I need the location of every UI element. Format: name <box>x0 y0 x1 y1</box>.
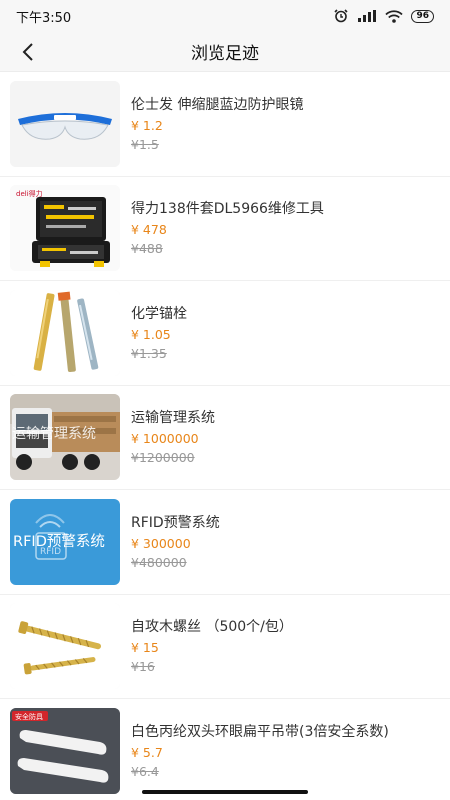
product-price: ¥ 5.7 <box>131 744 163 760</box>
battery-indicator: 96 <box>411 9 434 23</box>
rfid-banner-text: RFID预警系统 <box>13 533 105 550</box>
tool-kit-image: deli得力 <box>10 185 120 272</box>
product-price: ¥ 1.2 <box>131 117 163 133</box>
status-time: 下午3:50 <box>16 10 72 26</box>
list-item[interactable]: 自攻木螺丝 （500个/包） ¥ 15 ¥16 <box>0 595 450 699</box>
product-name: 伦士发 伸缩腿蓝边防护眼镜 <box>131 96 304 113</box>
header: 浏览足迹 <box>0 32 450 72</box>
product-name: 自攻木螺丝 （500个/包） <box>131 619 293 636</box>
product-name: 化学锚栓 <box>131 305 187 322</box>
back-button[interactable] <box>14 38 42 66</box>
product-original-price: ¥6.4 <box>131 763 159 779</box>
list-item[interactable]: deli得力 得力138件套DL5966维修工具 ¥ 478 ¥488 <box>0 177 450 281</box>
rfid-image: RFID RFID预警系统 <box>10 498 120 585</box>
deli-logo: deli得力 <box>16 189 43 198</box>
product-original-price: ¥480000 <box>131 554 187 570</box>
wifi-icon <box>385 9 404 23</box>
product-name: 运输管理系统 <box>131 410 215 427</box>
product-name: 白色丙纶双头环眼扁平吊带(3倍安全系数) <box>131 723 389 740</box>
product-original-price: ¥488 <box>131 241 163 257</box>
product-thumbnail: 运输管理系统 <box>10 394 120 481</box>
product-price: ¥ 15 <box>131 640 159 656</box>
list-item[interactable]: 伦士发 伸缩腿蓝边防护眼镜 ¥ 1.2 ¥1.5 <box>0 72 450 177</box>
product-thumbnail <box>10 80 120 167</box>
anchor-bolt-image <box>10 289 120 376</box>
list-item[interactable]: 运输管理系统 运输管理系统 ¥ 1000000 ¥1200000 <box>0 386 450 490</box>
status-icons: 96 <box>333 9 434 23</box>
list-item[interactable]: 化学锚栓 ¥ 1.05 ¥1.35 <box>0 281 450 386</box>
alarm-icon <box>334 9 349 23</box>
home-indicator[interactable] <box>142 790 308 794</box>
chevron-left-icon <box>22 43 33 61</box>
status-bar: 下午3:50 96 <box>0 0 450 32</box>
list-item[interactable]: RFID RFID预警系统 RFID预警系统 ¥ 300000 ¥480000 <box>0 490 450 595</box>
product-original-price: ¥1.35 <box>131 345 167 361</box>
sling-tag-text: 安全防具 <box>15 712 43 721</box>
product-original-price: ¥16 <box>131 659 155 675</box>
signal-icon <box>358 10 377 22</box>
product-name: RFID预警系统 <box>131 514 220 531</box>
product-price: ¥ 300000 <box>131 535 191 551</box>
product-name: 得力138件套DL5966维修工具 <box>131 201 324 218</box>
page-title: 浏览足迹 <box>191 44 259 64</box>
product-price: ¥ 478 <box>131 222 167 238</box>
product-price: ¥ 1000000 <box>131 431 199 447</box>
truck-watermark-text: 运输管理系统 <box>12 426 96 442</box>
list-item[interactable]: 安全防具 白色丙纶双头环眼扁平吊带(3倍安全系数) ¥ 5.7 ¥6.4 <box>0 699 450 800</box>
history-list: 伦士发 伸缩腿蓝边防护眼镜 ¥ 1.2 ¥1.5 deli得力 得力138件套D… <box>0 72 450 800</box>
wood-screw-image <box>10 603 120 690</box>
product-thumbnail: 安全防具 <box>10 707 120 794</box>
product-thumbnail: RFID RFID预警系统 <box>10 498 120 585</box>
truck-image: 运输管理系统 <box>10 394 120 481</box>
product-thumbnail <box>10 603 120 690</box>
product-original-price: ¥1.5 <box>131 136 159 152</box>
lifting-sling-image: 安全防具 <box>10 707 120 794</box>
safety-glasses-image <box>10 80 120 167</box>
product-thumbnail <box>10 289 120 376</box>
product-thumbnail: deli得力 <box>10 185 120 272</box>
product-price: ¥ 1.05 <box>131 326 171 342</box>
product-original-price: ¥1200000 <box>131 450 195 466</box>
